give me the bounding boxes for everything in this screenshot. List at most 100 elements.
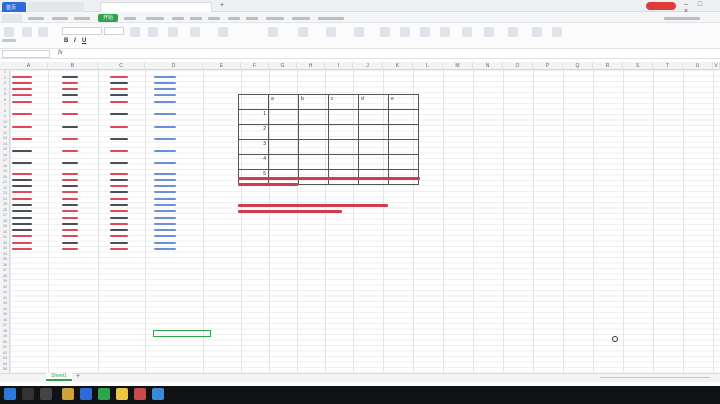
table-cell[interactable] [62,136,82,141]
table-cell[interactable] [12,171,36,176]
table-cell[interactable] [110,221,132,226]
menu-item[interactable] [292,14,312,22]
table-cell[interactable] [110,227,132,232]
login-button[interactable] [646,2,676,10]
table-cell[interactable] [154,124,180,129]
table-cell[interactable] [62,171,82,176]
table-cell[interactable] [62,183,82,188]
table-cell[interactable] [110,240,132,245]
format-icon[interactable] [440,27,450,37]
table-cell[interactable] [154,227,180,232]
search-icon[interactable] [22,388,34,400]
table-cell[interactable] [110,136,132,141]
bold-icon[interactable]: B [64,38,68,44]
tab-document[interactable] [28,2,84,12]
table-cell[interactable] [62,240,82,245]
table-cell[interactable] [110,124,132,129]
table-cell[interactable] [12,160,36,165]
table-cell[interactable] [328,154,359,170]
table-cell[interactable] [12,208,36,213]
table-cell[interactable] [12,92,36,97]
table-cell[interactable] [154,183,180,188]
table-cell[interactable] [328,109,359,125]
row-header[interactable]: 55 [0,367,10,373]
add-sheet-button[interactable]: + [76,373,80,380]
new-tab-button[interactable]: + [220,2,224,9]
fill-icon[interactable] [420,27,430,37]
column-header-d[interactable]: D [145,62,203,70]
column-header-o[interactable]: O [503,62,533,70]
table-cell[interactable] [110,183,132,188]
cut-icon[interactable] [22,27,32,37]
table-cell[interactable] [154,136,180,141]
table-cell[interactable] [12,227,36,232]
table-cell[interactable] [12,202,36,207]
table-cell[interactable] [154,215,180,220]
underline-icon[interactable]: U [82,38,86,44]
app-icon[interactable] [152,388,164,400]
sheet-tab[interactable]: Sheet1 [46,373,72,381]
table-cell[interactable] [358,139,389,155]
table-cell[interactable] [62,189,82,194]
table-cell[interactable] [154,189,180,194]
table-cell[interactable] [154,111,180,116]
font-size-select[interactable] [104,27,124,35]
table-cell[interactable] [12,74,36,79]
table-cell[interactable] [12,80,36,85]
format-painter-icon[interactable] [38,27,48,37]
table-cell[interactable] [62,160,82,165]
formula-input[interactable] [72,50,712,58]
column-header-h[interactable]: H [297,62,325,70]
table-cell[interactable] [12,136,36,141]
table-cell[interactable] [154,160,180,165]
table-cell[interactable] [62,208,82,213]
table-style-icon[interactable] [326,27,336,37]
table-cell[interactable] [62,99,82,104]
table-header-cell[interactable]: a [268,94,299,110]
font-family-select[interactable] [62,27,102,35]
table-cell[interactable] [62,215,82,220]
app-icon[interactable] [134,388,146,400]
column-header-q[interactable]: Q [563,62,593,70]
table-cell[interactable] [12,99,36,104]
table-cell[interactable] [110,148,132,153]
table-cell[interactable] [12,189,36,194]
column-header-a[interactable]: A [10,62,48,70]
table-cell[interactable] [358,109,389,125]
table-cell[interactable] [110,86,132,91]
menu-item[interactable] [124,14,138,22]
column-header-j[interactable]: J [353,62,383,70]
table-cell[interactable] [62,86,82,91]
table-cell[interactable] [358,124,389,140]
table-cell[interactable] [62,177,82,182]
window-controls[interactable]: – □ × [684,1,718,15]
table-cell[interactable] [298,139,329,155]
table-cell[interactable] [110,215,132,220]
search-menu[interactable] [318,14,348,22]
table-cell[interactable] [388,109,419,125]
table-cell[interactable] [328,139,359,155]
table-cell[interactable] [154,233,180,238]
table-cell[interactable] [62,202,82,207]
table-cell[interactable] [110,202,132,207]
start-icon[interactable] [4,388,16,400]
table-cell[interactable] [110,171,132,176]
wrap-text-icon[interactable] [168,27,178,37]
table-cell[interactable] [62,148,82,153]
table-cell[interactable] [268,154,299,170]
table-cell[interactable] [154,171,180,176]
table-header-cell[interactable]: c [328,94,359,110]
fx-icon[interactable]: fx [58,50,63,56]
column-header-u[interactable]: U [683,62,713,70]
table-cell[interactable] [154,99,180,104]
filter-icon[interactable] [380,27,390,37]
column-header-b[interactable]: B [48,62,98,70]
table-cell[interactable] [62,221,82,226]
menu-item[interactable] [190,14,204,22]
table-cell[interactable] [268,109,299,125]
align-center-icon[interactable] [148,27,158,37]
table-cell[interactable] [154,221,180,226]
table-cell[interactable] [154,74,180,79]
table-cell[interactable] [268,139,299,155]
table-cell[interactable] [12,240,36,245]
